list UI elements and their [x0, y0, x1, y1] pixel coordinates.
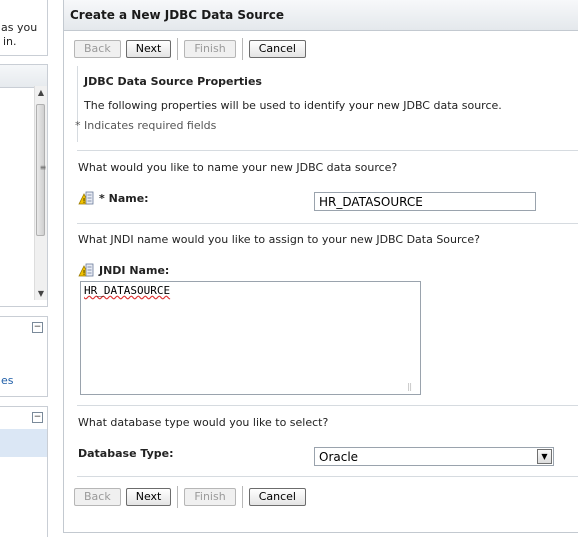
svg-text:!: ! — [83, 197, 86, 205]
required-fields-note: * Indicates required fields — [75, 119, 217, 132]
button-separator — [241, 486, 243, 508]
help-link-fragment[interactable]: es — [1, 374, 14, 387]
button-separator — [177, 38, 179, 60]
name-input[interactable] — [314, 192, 536, 211]
field-help-info-icon[interactable]: ! — [78, 191, 94, 205]
collapse-icon[interactable]: − — [32, 412, 43, 423]
next-button[interactable]: Next — [125, 488, 172, 506]
left-panel-text-fragment: as you — [1, 21, 38, 34]
next-button[interactable]: Next — [125, 40, 172, 58]
name-label-text: Name: — [108, 192, 149, 205]
divider — [77, 223, 578, 224]
jndi-question: What JNDI name would you like to assign … — [78, 233, 480, 246]
database-type-selected-value: Oracle — [319, 450, 359, 464]
section-description: The following properties will be used to… — [84, 99, 502, 112]
collapse-icon[interactable]: − — [32, 322, 43, 333]
back-button[interactable]: Back — [74, 488, 121, 506]
finish-button[interactable]: Finish — [184, 488, 236, 506]
divider — [77, 476, 578, 477]
left-panel-status: − — [0, 406, 48, 537]
scroll-down-arrow-icon[interactable]: ▼ — [35, 289, 47, 298]
jdbc-wizard-panel: Create a New JDBC Data Source Back Next … — [63, 0, 578, 533]
wizard-header: Create a New JDBC Data Source — [64, 0, 578, 31]
dropdown-arrow-icon[interactable]: ▼ — [537, 449, 552, 464]
section-title: JDBC Data Source Properties — [84, 75, 262, 88]
left-panel-help: − es — [0, 316, 48, 397]
scrollbar-grip-icon: ≡ — [39, 163, 47, 172]
database-type-label: Database Type: — [78, 447, 174, 460]
back-button[interactable]: Back — [74, 40, 121, 58]
jndi-name-textarea[interactable]: HR_DATASOURCE — [80, 281, 421, 395]
jndi-name-label: JNDI Name: — [99, 264, 170, 277]
cancel-button[interactable]: Cancel — [248, 40, 306, 58]
vertical-scrollbar[interactable]: ▲ ≡ ▼ — [34, 86, 47, 300]
resize-handle-icon[interactable]: ⣿ — [407, 383, 416, 392]
wizard-button-bar-top: Back Next Finish Cancel — [74, 38, 311, 60]
wizard-title: Create a New JDBC Data Source — [70, 8, 284, 22]
field-help-info-icon[interactable]: ! — [78, 263, 94, 277]
finish-button[interactable]: Finish — [184, 40, 236, 58]
left-panel-header — [0, 65, 47, 88]
left-panel-text-fragment: in. — [3, 35, 17, 48]
scroll-up-arrow-icon[interactable]: ▲ — [35, 88, 47, 97]
dbtype-question: What database type would you like to sel… — [78, 416, 329, 429]
name-question: What would you like to name your new JDB… — [78, 161, 398, 174]
database-type-select[interactable]: Oracle ▼ — [314, 447, 554, 466]
divider — [77, 405, 578, 406]
cancel-button[interactable]: Cancel — [248, 488, 306, 506]
svg-text:!: ! — [83, 269, 86, 277]
selected-row[interactable] — [0, 429, 47, 457]
wizard-button-bar-bottom: Back Next Finish Cancel — [74, 486, 311, 508]
name-label: * Name: — [99, 192, 149, 205]
button-separator — [177, 486, 179, 508]
button-separator — [241, 38, 243, 60]
left-panel-top: as you in. — [0, 0, 48, 56]
required-marker: * — [99, 192, 105, 205]
scrollbar-thumb[interactable]: ≡ — [36, 104, 46, 236]
divider — [77, 150, 578, 151]
